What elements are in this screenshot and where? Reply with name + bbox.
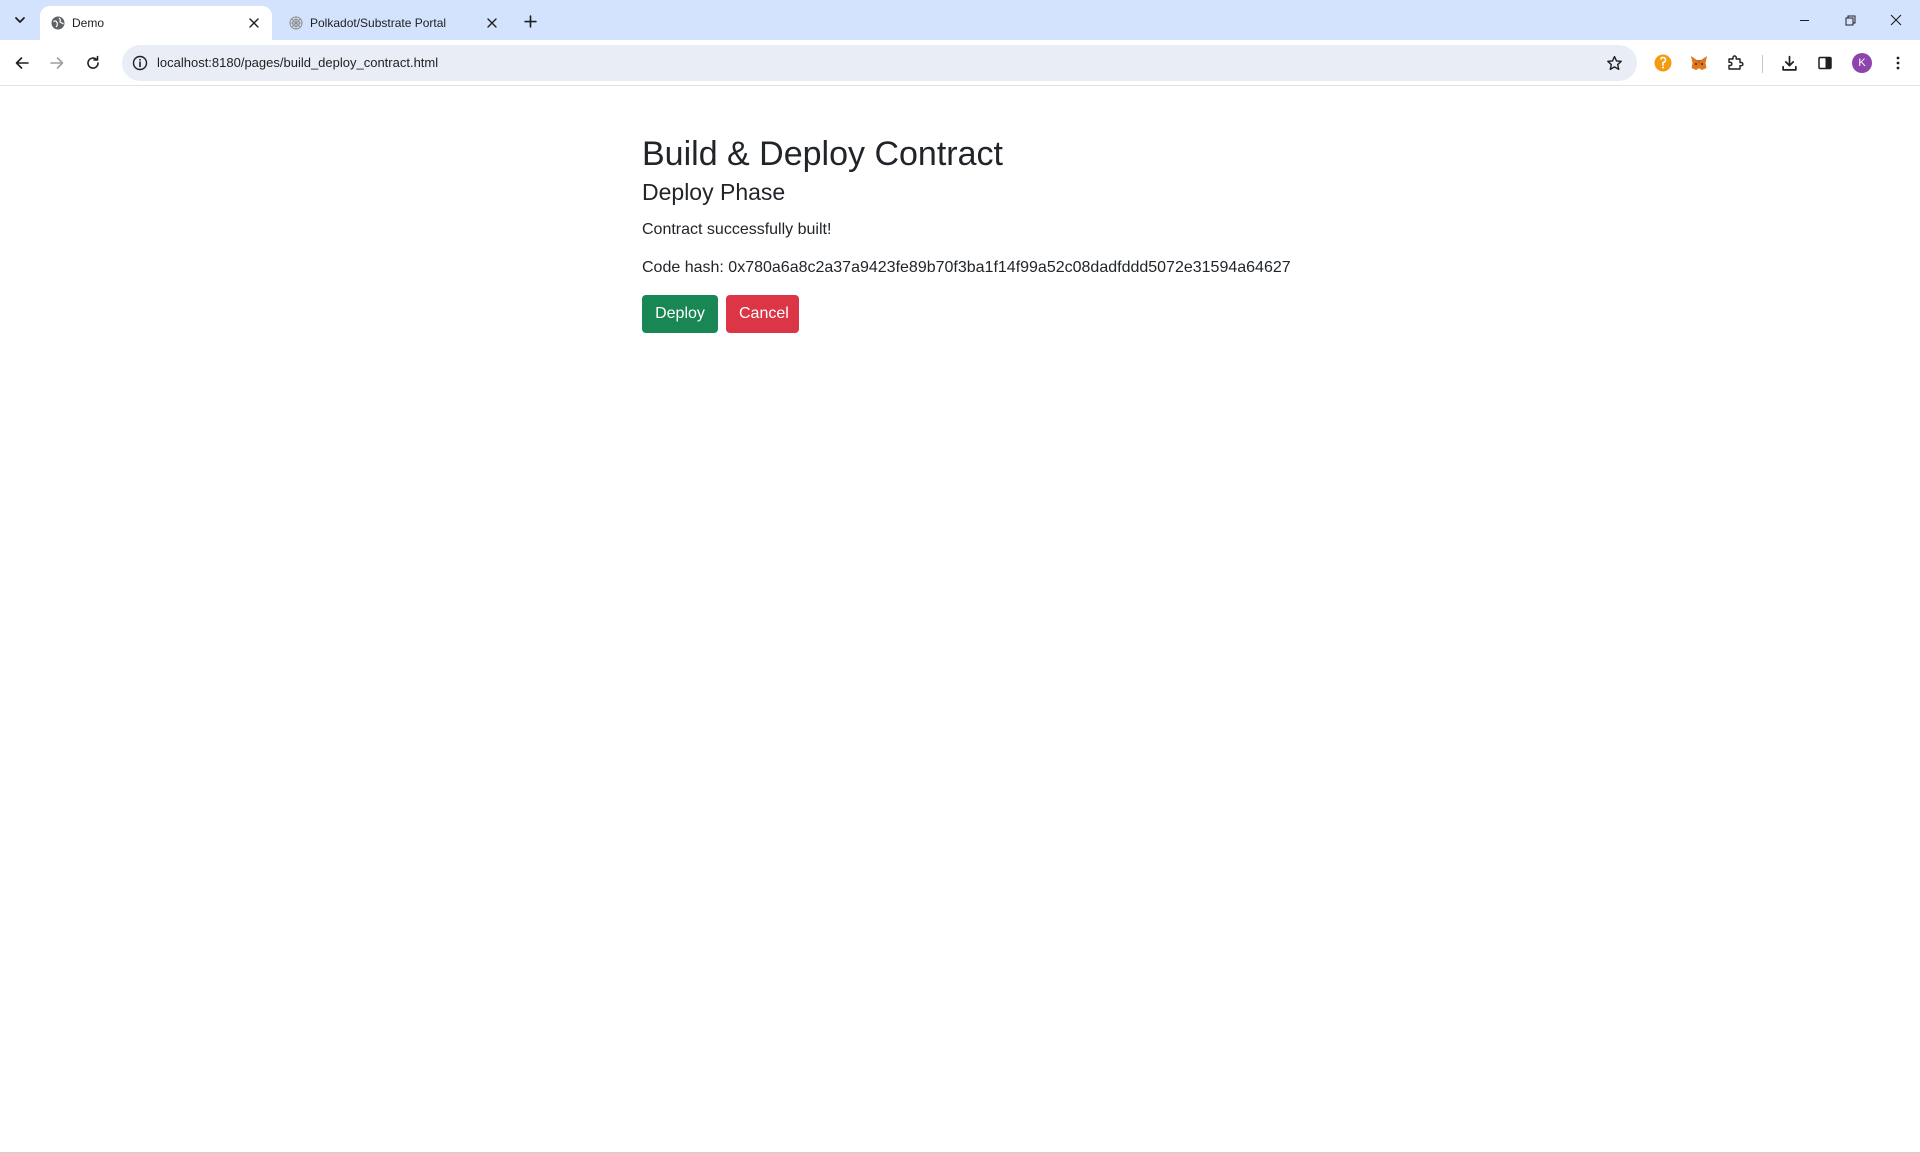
tab-search-button[interactable] <box>8 8 32 32</box>
deploy-button[interactable]: Deploy <box>642 295 718 334</box>
star-icon <box>1606 55 1622 70</box>
globe-icon <box>51 16 65 30</box>
kebab-menu-icon <box>1896 56 1900 70</box>
puzzle-icon <box>1728 55 1744 70</box>
bookmark-button[interactable] <box>1603 52 1625 74</box>
restore-button[interactable] <box>1827 0 1873 40</box>
tab-strip: Demo Polkadot/Substrate Portal <box>0 0 1920 40</box>
extension-button-orange[interactable] <box>1649 49 1677 77</box>
code-hash-line: Code hash: 0x780a6a8c2a37a9423fe89b70f3b… <box>642 256 1322 280</box>
reload-button[interactable] <box>79 49 107 77</box>
close-window-button[interactable] <box>1873 0 1919 40</box>
browser-menu-button[interactable] <box>1884 49 1912 77</box>
extensions-menu-button[interactable] <box>1721 49 1749 77</box>
profile-button[interactable]: K <box>1848 49 1876 77</box>
close-icon <box>1890 14 1902 26</box>
plus-icon <box>523 14 537 28</box>
address-bar[interactable]: localhost:8180/pages/build_deploy_contra… <box>122 45 1637 81</box>
url-text[interactable]: localhost:8180/pages/build_deploy_contra… <box>157 55 438 70</box>
browser-toolbar: localhost:8180/pages/build_deploy_contra… <box>0 40 1920 86</box>
action-buttons: Deploy Cancel <box>642 295 1322 334</box>
tab-title: Demo <box>72 16 105 30</box>
site-info-button[interactable] <box>130 53 150 73</box>
info-icon <box>132 55 148 71</box>
tab-title: Polkadot/Substrate Portal <box>310 16 447 30</box>
code-hash-value: 0x780a6a8c2a37a9423fe89b70f3ba1f14f99a52… <box>728 259 1291 277</box>
code-hash-label: Code hash: <box>642 259 724 277</box>
arrow-right-icon <box>50 57 64 69</box>
side-panel-button[interactable] <box>1811 49 1839 77</box>
build-status-text: Contract successfully built! <box>642 221 832 239</box>
arrow-left-icon <box>15 57 29 69</box>
forward-button[interactable] <box>43 49 71 77</box>
tab-polkadot-portal[interactable]: Polkadot/Substrate Portal <box>278 6 510 40</box>
tab-close-button[interactable] <box>246 15 262 31</box>
avatar: K <box>1852 53 1872 73</box>
minimize-icon <box>1799 19 1809 21</box>
metamask-fox-icon <box>1691 56 1707 70</box>
reload-icon <box>87 55 99 69</box>
close-icon <box>487 18 497 28</box>
new-tab-button[interactable] <box>519 10 541 32</box>
cancel-button[interactable]: Cancel <box>726 295 799 334</box>
close-icon <box>249 18 259 28</box>
page-content: Build & Deploy Contract Deploy Phase Con… <box>642 86 1322 334</box>
downloads-button[interactable] <box>1775 49 1803 77</box>
side-panel-icon <box>1818 56 1832 70</box>
orange-extension-icon <box>1654 54 1672 72</box>
polkadot-portal-icon <box>289 16 303 30</box>
back-button[interactable] <box>8 49 36 77</box>
download-icon <box>1781 55 1797 71</box>
phase-title: Deploy Phase <box>642 178 786 205</box>
tab-close-button[interactable] <box>484 15 500 31</box>
minimize-button[interactable] <box>1781 0 1827 40</box>
tab-demo[interactable]: Demo <box>40 6 272 40</box>
page-title: Build & Deploy Contract <box>642 135 1003 173</box>
toolbar-divider <box>1762 55 1763 73</box>
extension-button-metamask[interactable] <box>1685 49 1713 77</box>
restore-icon <box>1845 15 1855 25</box>
avatar-initial: K <box>1858 57 1866 69</box>
chevron-down-icon <box>15 17 25 23</box>
